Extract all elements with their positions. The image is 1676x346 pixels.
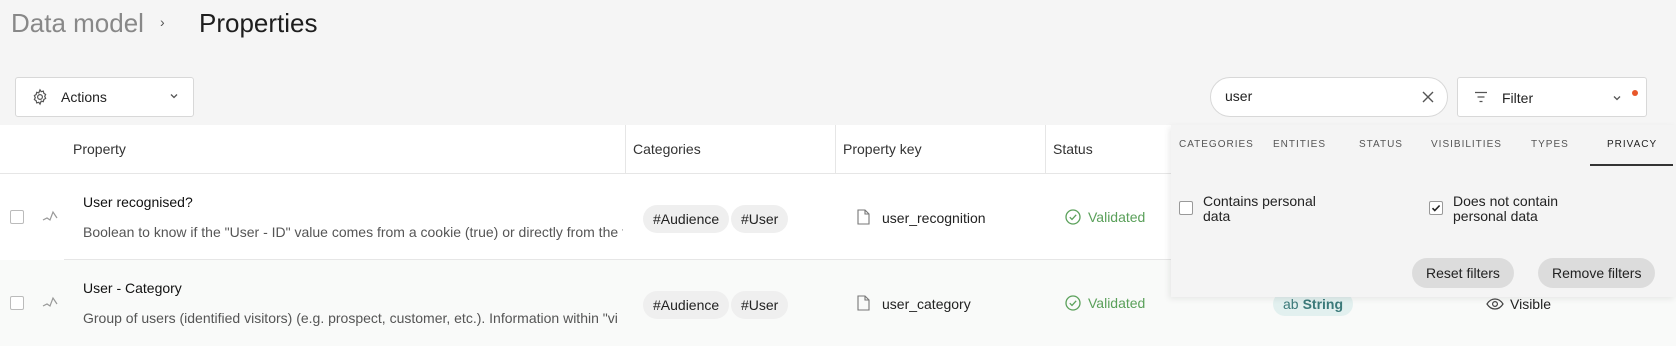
no-personal-data-label[interactable]: Does not contain personal data [1453, 194, 1583, 224]
column-header-property-key[interactable]: Property key [843, 141, 922, 157]
visibility-indicator: Visible [1486, 296, 1551, 312]
property-description: Boolean to know if the "User - ID" value… [83, 224, 623, 240]
property-key: user_category [882, 296, 971, 312]
type-prefix: ab [1283, 296, 1299, 312]
checkmark-icon [1431, 204, 1441, 212]
actions-label: Actions [61, 89, 107, 105]
column-header-property[interactable]: Property [73, 141, 126, 157]
tab-types[interactable]: TYPES [1531, 139, 1569, 150]
property-description: Group of users (identified visitors) (e.… [83, 310, 618, 326]
status-label: Validated [1088, 295, 1146, 311]
contains-personal-data-checkbox[interactable] [1179, 201, 1193, 215]
check-circle-icon [1065, 209, 1081, 225]
type-label: String [1302, 296, 1344, 312]
document-icon [857, 209, 870, 225]
chevron-down-icon [1613, 96, 1621, 101]
activity-icon [42, 210, 58, 221]
remove-filters-button[interactable]: Remove filters [1538, 258, 1656, 288]
chevron-down-icon [170, 94, 178, 99]
column-header-categories[interactable]: Categories [633, 141, 701, 157]
activity-icon [42, 296, 58, 307]
breadcrumb-parent[interactable]: Data model [11, 8, 144, 39]
visibility-label: Visible [1510, 296, 1551, 312]
no-personal-data-checkbox[interactable] [1429, 201, 1443, 215]
reset-filters-button[interactable]: Reset filters [1412, 258, 1514, 288]
tab-categories[interactable]: CATEGORIES [1179, 139, 1254, 150]
gear-icon [33, 88, 47, 106]
tab-visibilities[interactable]: VISIBILITIES [1431, 139, 1502, 150]
property-name[interactable]: User recognised? [83, 194, 193, 210]
contains-personal-data-label[interactable]: Contains personal data [1203, 194, 1333, 224]
document-icon [857, 295, 870, 311]
active-tab-underline [1590, 164, 1673, 166]
actions-button[interactable]: Actions [15, 77, 194, 117]
close-icon[interactable] [1421, 90, 1435, 104]
category-tag[interactable]: #User [731, 291, 789, 319]
filter-icon [1475, 91, 1487, 103]
row-checkbox[interactable] [10, 210, 24, 224]
filter-panel: CATEGORIES ENTITIES STATUS VISIBILITIES … [1171, 125, 1676, 297]
eye-icon [1486, 298, 1504, 310]
toolbar: Actions Filter [0, 68, 1676, 125]
page-title: Properties [199, 8, 318, 38]
row-checkbox[interactable] [10, 296, 24, 310]
page-header: Data model › Properties [0, 0, 1676, 68]
property-key: user_recognition [882, 210, 986, 226]
category-tag[interactable]: #Audience [643, 291, 730, 319]
category-tag[interactable]: #User [731, 205, 789, 233]
filter-label: Filter [1502, 90, 1534, 106]
status-badge: Validated [1065, 208, 1145, 226]
property-name[interactable]: User - Category [83, 280, 182, 296]
column-header-status[interactable]: Status [1053, 141, 1093, 157]
active-filter-indicator [1632, 90, 1638, 96]
status-badge: Validated [1065, 294, 1145, 312]
tab-entities[interactable]: ENTITIES [1273, 139, 1326, 150]
filter-button[interactable]: Filter [1457, 77, 1647, 117]
status-label: Validated [1088, 209, 1146, 225]
search-input[interactable] [1225, 88, 1405, 104]
check-circle-icon [1065, 295, 1081, 311]
tab-status[interactable]: STATUS [1359, 139, 1403, 150]
category-tag[interactable]: #Audience [643, 205, 730, 233]
search-box [1210, 77, 1448, 117]
breadcrumb-separator: › [160, 14, 165, 30]
tab-privacy[interactable]: PRIVACY [1607, 139, 1657, 150]
